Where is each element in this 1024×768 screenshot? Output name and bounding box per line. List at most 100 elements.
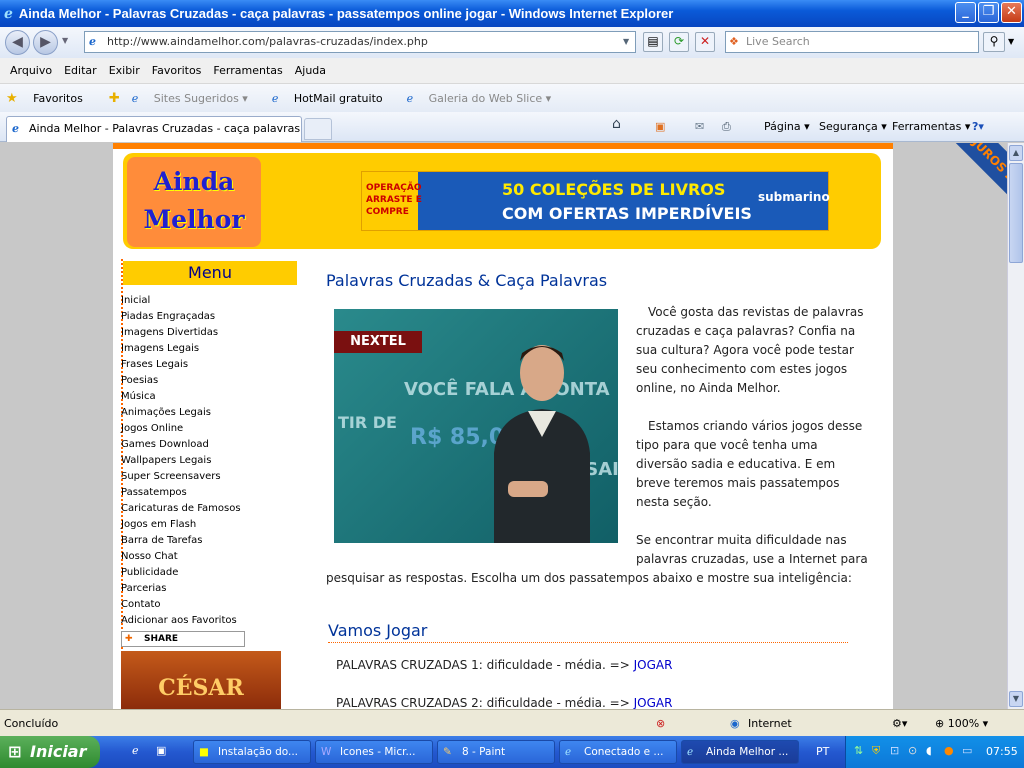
quicklaunch-ie-icon[interactable]: ℯ — [132, 744, 139, 757]
menu-ferramentas[interactable]: Ferramentas — [207, 64, 288, 77]
sidebar-menu-item[interactable]: Wallpapers Legais — [121, 455, 241, 471]
sidebar-menu-item[interactable]: Nosso Chat — [121, 551, 241, 567]
help-icon[interactable]: ?▾ — [972, 120, 984, 133]
sidebar-menu-item[interactable]: Parcerias — [121, 583, 241, 599]
tray-security-icon[interactable]: ⛨ — [872, 744, 880, 758]
address-input[interactable]: ℯ http://www.aindamelhor.com/palavras-cr… — [84, 31, 636, 53]
globe-icon: ◉ — [730, 717, 740, 730]
sidebar-menu-item[interactable]: Games Download — [121, 439, 241, 455]
scroll-down-arrow[interactable]: ▼ — [1009, 691, 1023, 707]
fav-item-label: HotMail gratuito — [293, 91, 383, 105]
game-1-play-link[interactable]: JOGAR — [634, 658, 673, 672]
task-instalacao[interactable]: ■ Instalação do... — [193, 740, 311, 764]
menu-bar: Arquivo Editar Exibir Favoritos Ferramen… — [0, 58, 1024, 84]
sidebar-menu-item[interactable]: Piadas Engraçadas — [121, 311, 241, 327]
tray-network-icon[interactable]: ⇅ — [854, 744, 863, 757]
tools-menu[interactable]: Ferramentas ▾ — [892, 120, 970, 133]
search-input[interactable]: ❖ Live Search — [725, 31, 979, 53]
fav-item-sites-sugeridos[interactable]: ℯ Sites Sugeridos ▾ — [132, 92, 260, 105]
logo-line-2: Melhor — [143, 205, 245, 234]
menu-favoritos[interactable]: Favoritos — [146, 64, 208, 77]
back-button[interactable]: ◀ — [5, 30, 30, 55]
home-icon[interactable]: ⌂ — [612, 116, 621, 132]
sidebar-menu-item[interactable]: Imagens Divertidas — [121, 327, 241, 343]
cesar-ad[interactable]: CÉSAR — [121, 651, 281, 709]
language-indicator[interactable]: PT — [816, 745, 829, 758]
tray-app-icon[interactable]: ● — [944, 744, 954, 757]
print-icon[interactable]: ⎙ — [722, 120, 731, 134]
popup-blocker-icon[interactable]: ⊗ — [656, 717, 665, 730]
task-paint[interactable]: ✎ 8 - Paint — [437, 740, 555, 764]
refresh-icon[interactable]: ⟳ — [669, 32, 689, 52]
address-dropdown-icon[interactable]: ▼ — [623, 32, 629, 52]
tray-connection-icon[interactable]: ⊡ — [890, 744, 899, 757]
search-button[interactable]: ⚲ — [983, 32, 1005, 52]
submarino-banner-ad[interactable]: OPERAÇÃO ARRASTE E COMPRE 50 COLEÇÕES DE… — [361, 171, 830, 231]
maximize-button[interactable]: ❐ — [978, 2, 999, 23]
page-menu[interactable]: Página ▾ — [764, 120, 810, 133]
sidebar-menu-item[interactable]: Jogos Online — [121, 423, 241, 439]
tab-row: ℯ Ainda Melhor - Palavras Cruzadas - caç… — [0, 112, 1024, 142]
page-title: Palavras Cruzadas & Caça Palavras — [326, 271, 608, 290]
ribbon-text: JUROS ZERO super legal — [950, 143, 1008, 280]
task-ainda-melhor[interactable]: ℯ Ainda Melhor ... — [681, 740, 799, 764]
sidebar-menu-item[interactable]: Jogos em Flash — [121, 519, 241, 535]
sidebar-menu-item[interactable]: Publicidade — [121, 567, 241, 583]
vertical-scrollbar[interactable]: ▲ ▼ — [1007, 143, 1024, 709]
sidebar-menu-item[interactable]: Caricaturas de Famosos — [121, 503, 241, 519]
close-button[interactable]: ✕ — [1001, 2, 1022, 23]
sidebar-menu-item[interactable]: Passatempos — [121, 487, 241, 503]
scroll-thumb[interactable] — [1009, 163, 1023, 263]
tray-volume-icon[interactable]: ◖ — [926, 744, 932, 757]
sidebar-menu-item[interactable]: Barra de Tarefas — [121, 535, 241, 551]
sidebar-menu-item[interactable]: Imagens Legais — [121, 343, 241, 359]
sidebar-menu-item[interactable]: Inicial — [121, 295, 241, 311]
stop-icon[interactable]: ✕ — [695, 32, 715, 52]
feeds-icon[interactable]: ▣ — [655, 120, 665, 133]
start-button[interactable]: ⊞ Iniciar — [0, 736, 100, 768]
favorites-button[interactable]: ★ Favoritos — [6, 91, 95, 106]
clock[interactable]: 07:55 — [986, 745, 1018, 758]
zoom-control[interactable]: ⊕ 100% ▾ — [935, 717, 988, 730]
sidebar-menu-item[interactable]: Poesias — [121, 375, 241, 391]
minimize-button[interactable]: _ — [955, 2, 976, 23]
quicklaunch-desktop-icon[interactable]: ▣ — [156, 744, 166, 757]
sidebar-menu-item[interactable]: Frases Legais — [121, 359, 241, 375]
share-button[interactable]: ✚ SHARE — [121, 631, 245, 647]
compatibility-icon[interactable]: ▤ — [643, 32, 663, 52]
task-conectado[interactable]: ℯ Conectado e ... — [559, 740, 677, 764]
task-label: Ainda Melhor ... — [706, 746, 789, 758]
fav-item-web-slice[interactable]: ℯ Galeria do Web Slice ▾ — [407, 92, 564, 105]
sidebar-menu-item[interactable]: Super Screensavers — [121, 471, 241, 487]
banner-line-1: 50 COLEÇÕES DE LIVROS — [502, 180, 726, 199]
sidebar-menu-item[interactable]: Contato — [121, 599, 241, 615]
cesar-ad-text: CÉSAR — [158, 675, 244, 701]
site-logo[interactable]: Ainda Melhor — [127, 157, 261, 247]
corner-ribbon[interactable]: JUROS ZERO super legal — [892, 143, 1008, 323]
page-viewport: Ainda Melhor OPERAÇÃO ARRASTE E COMPRE 5… — [0, 143, 1008, 709]
sidebar-menu-item[interactable]: Animações Legais — [121, 407, 241, 423]
game-2-play-link[interactable]: JOGAR — [634, 696, 673, 709]
search-options-icon[interactable]: ▼ — [1008, 37, 1014, 46]
fav-item-hotmail[interactable]: ℯ HotMail gratuito — [272, 92, 395, 105]
nextel-ad[interactable]: NEXTEL VOCÊ FALA À VONTA TIR DE R$ 85,00… — [326, 301, 626, 551]
history-dropdown-icon[interactable]: ▼ — [62, 36, 68, 45]
protected-mode-icon[interactable]: ⚙▾ — [892, 717, 907, 730]
menu-exibir[interactable]: Exibir — [103, 64, 146, 77]
task-label: Icones - Micr... — [340, 746, 416, 758]
tray-monitor-icon[interactable]: ▭ — [962, 744, 972, 757]
task-icones-word[interactable]: W Icones - Micr... — [315, 740, 433, 764]
menu-arquivo[interactable]: Arquivo — [4, 64, 58, 77]
tab-ainda-melhor[interactable]: ℯ Ainda Melhor - Palavras Cruzadas - caç… — [6, 116, 302, 142]
sidebar-menu-item[interactable]: Música — [121, 391, 241, 407]
mail-icon[interactable]: ✉ — [695, 120, 704, 133]
safety-menu[interactable]: Segurança ▾ — [819, 120, 887, 133]
add-favorite-icon[interactable]: ✚ — [109, 91, 120, 106]
tray-update-icon[interactable]: ⊙ — [908, 744, 917, 757]
menu-ajuda[interactable]: Ajuda — [289, 64, 332, 77]
menu-editar[interactable]: Editar — [58, 64, 103, 77]
scroll-up-arrow[interactable]: ▲ — [1009, 145, 1023, 161]
sidebar-menu-item[interactable]: Adicionar aos Favoritos — [121, 615, 241, 631]
new-tab-button[interactable] — [304, 118, 332, 140]
forward-button[interactable]: ▶ — [33, 30, 58, 55]
